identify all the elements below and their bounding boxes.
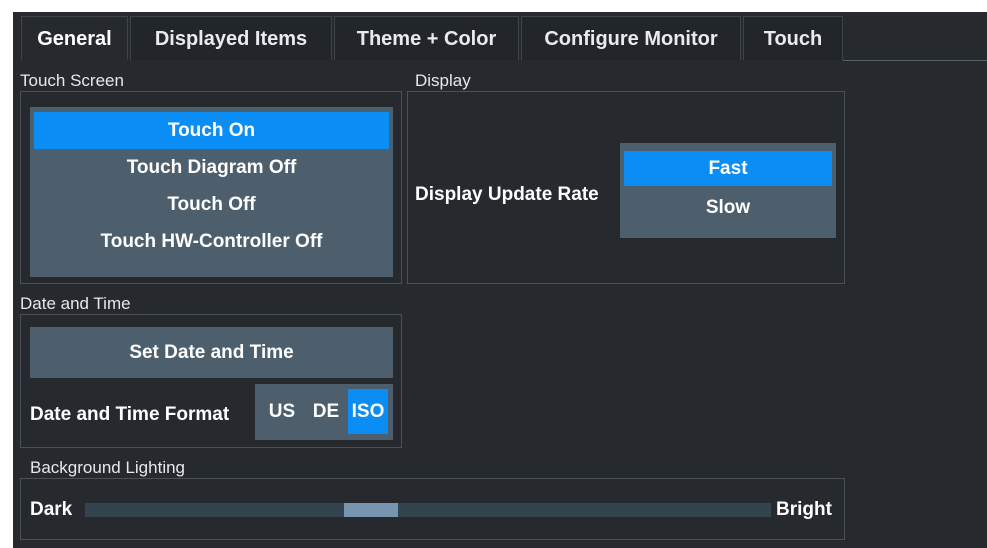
touch-screen-group-title: Touch Screen (20, 71, 124, 90)
tab-theme-color[interactable]: Theme + Color (334, 16, 519, 60)
update-rate-fast-option[interactable]: Fast (624, 151, 832, 186)
touch-on-option[interactable]: Touch On (34, 112, 389, 149)
tab-bar: General Displayed Items Theme + Color Co… (13, 12, 987, 61)
display-update-rate-label: Display Update Rate (415, 184, 599, 205)
tab-displayed-items[interactable]: Displayed Items (130, 16, 332, 60)
date-time-group-title: Date and Time (20, 294, 131, 313)
tab-touch[interactable]: Touch (743, 16, 843, 60)
set-date-time-button[interactable]: Set Date and Time (30, 327, 393, 378)
touch-mode-list: Touch On Touch Diagram Off Touch Off Tou… (30, 107, 393, 277)
settings-panel: General Displayed Items Theme + Color Co… (13, 12, 987, 548)
display-update-rate-list: Fast Slow (620, 143, 836, 238)
tab-configure-monitor[interactable]: Configure Monitor (521, 16, 741, 60)
format-iso-option[interactable]: ISO (348, 389, 388, 434)
date-time-format-selector: US DE ISO (255, 384, 393, 440)
date-time-format-label: Date and Time Format (30, 404, 230, 425)
tab-general[interactable]: General (21, 16, 128, 60)
touch-hw-controller-off-option[interactable]: Touch HW-Controller Off (34, 223, 389, 260)
format-de-option[interactable]: DE (304, 389, 348, 434)
display-group-title: Display (415, 71, 471, 90)
touch-off-option[interactable]: Touch Off (34, 186, 389, 223)
update-rate-slow-option[interactable]: Slow (624, 190, 832, 225)
dark-label: Dark (30, 499, 73, 520)
background-lighting-slider[interactable] (85, 503, 771, 517)
tab-bar-divider (843, 60, 987, 61)
touch-diagram-off-option[interactable]: Touch Diagram Off (34, 149, 389, 186)
background-lighting-slider-thumb[interactable] (344, 503, 398, 517)
bright-label: Bright (776, 499, 832, 520)
background-lighting-group-title: Background Lighting (30, 458, 186, 477)
format-us-option[interactable]: US (260, 389, 304, 434)
